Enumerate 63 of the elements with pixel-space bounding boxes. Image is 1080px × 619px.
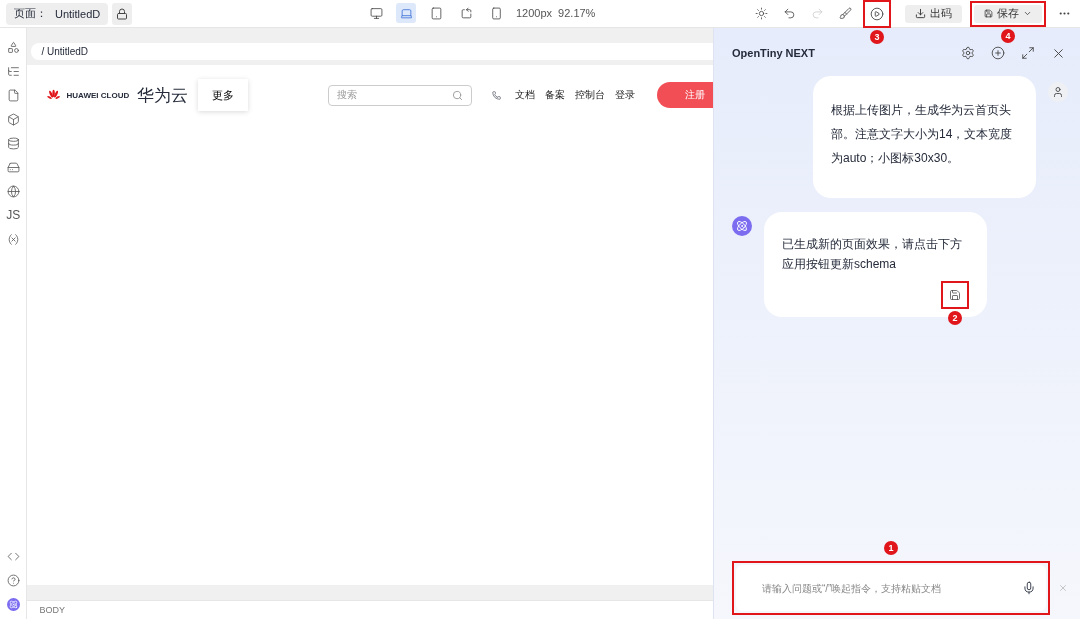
sidebar-item[interactable]: JS	[4, 206, 23, 224]
clear-icon	[1058, 583, 1068, 593]
database-icon	[6, 136, 20, 150]
plus-icon	[991, 46, 1005, 60]
page-label: 页面：	[14, 6, 47, 21]
robot-icon	[6, 597, 20, 611]
device-button[interactable]	[396, 3, 416, 23]
annotation-badge: 2	[948, 310, 962, 325]
help-icon	[6, 573, 20, 587]
phone-icon	[489, 6, 503, 20]
more-menu-button[interactable]: 更多	[198, 79, 249, 111]
globe-icon	[6, 184, 20, 198]
chat-input[interactable]: 请输入问题或“/”唤起指令，支持粘贴文档	[760, 573, 1022, 603]
register-button[interactable]: 注册	[657, 82, 713, 108]
save-icon	[984, 8, 993, 19]
zoom-level: 92.17%	[558, 7, 596, 19]
lock-button[interactable]	[112, 2, 133, 25]
laptop-icon	[399, 6, 413, 20]
save-button[interactable]: 保存	[974, 4, 1042, 23]
expand-icon	[1021, 46, 1035, 60]
microphone-icon	[1022, 581, 1036, 595]
cube-icon	[6, 112, 20, 126]
panel-title: OpenTiny NEXT	[732, 47, 815, 59]
breadcrumb: / UntitledD	[31, 43, 713, 60]
brush-icon	[838, 7, 852, 20]
file-icon	[6, 88, 20, 102]
export-button[interactable]: 出码	[905, 4, 962, 23]
brand-name: HUAWEI CLOUD	[66, 90, 130, 100]
nav-link[interactable]: 文档	[515, 88, 535, 102]
annotation-badge: 1	[884, 541, 898, 555]
redo-icon	[810, 7, 824, 20]
message-text: 已生成新的页面效果，请点击下方应用按钮更新schema	[782, 236, 963, 274]
sidebar-item[interactable]	[4, 571, 23, 589]
sidebar-item[interactable]	[4, 182, 23, 200]
brand-title: 华为云	[137, 84, 189, 107]
drive-icon	[6, 160, 20, 174]
download-icon	[915, 8, 926, 19]
assistant-avatar	[732, 216, 752, 236]
save-icon	[949, 288, 961, 301]
page-selector[interactable]: 页面： UntitledD	[6, 2, 109, 25]
undo-icon	[782, 7, 796, 20]
search-icon	[451, 89, 463, 101]
nav-link[interactable]: 登录	[615, 88, 635, 102]
logo-icon	[47, 88, 61, 102]
settings-icon	[961, 46, 975, 60]
variable-icon	[6, 232, 20, 246]
phone-icon	[491, 89, 501, 101]
shapes-icon	[6, 40, 20, 54]
play-icon	[870, 6, 884, 21]
user-avatar	[1048, 82, 1068, 102]
list-tree-icon	[6, 64, 20, 78]
message-text: 根据上传图片，生成华为云首页头部。注意文字大小为14，文本宽度为auto；小图标30x30。	[831, 102, 1014, 167]
status-path: BODY	[27, 600, 713, 619]
nav-link[interactable]: 备案	[545, 88, 565, 102]
desktop-icon	[369, 6, 383, 20]
lock-icon	[116, 7, 129, 20]
rotate-icon	[459, 6, 473, 20]
canvas-width: 1200px	[516, 7, 553, 19]
chat-input-box[interactable]: 请输入问题或“/”唤起指令，支持粘贴文档	[736, 565, 1046, 611]
tablet-icon	[429, 6, 443, 20]
page-name: UntitledD	[55, 7, 101, 20]
sun-icon	[754, 7, 768, 20]
nav-link[interactable]: 控制台	[575, 88, 605, 102]
